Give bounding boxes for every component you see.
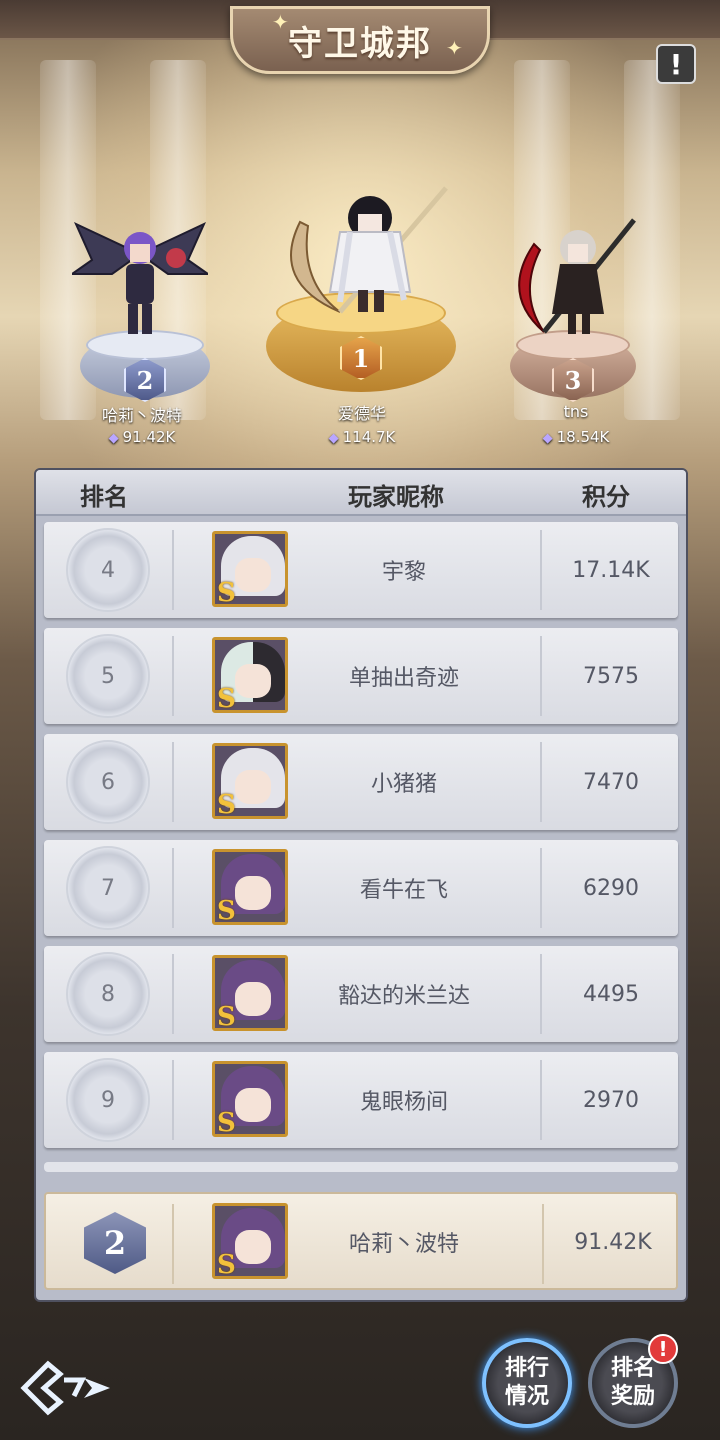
gem-icon: ◆ [542, 431, 553, 446]
character-sprite-second[interactable] [72, 214, 208, 342]
player-avatar[interactable]: S [212, 1061, 288, 1137]
row-player-name: 鬼眼杨间 [359, 1090, 448, 1115]
gem-icon: ◆ [108, 431, 119, 446]
s-rank-icon: S [217, 896, 236, 925]
notification-badge-icon: ! [648, 1334, 678, 1364]
table-row[interactable]: 7 S 看牛在飞 6290 [44, 840, 678, 936]
row-divider [172, 530, 174, 610]
self-rank-medal: 2 [84, 1212, 146, 1274]
character-sprite-third[interactable] [504, 214, 640, 342]
self-rank: 2 [103, 1224, 127, 1262]
row-divider [172, 1060, 174, 1140]
page-title: 守卫城邦 [288, 23, 432, 64]
player-avatar[interactable]: S [212, 1203, 288, 1279]
medal-rank: 3 [564, 365, 582, 395]
row-player-name: 看牛在飞 [359, 878, 448, 903]
s-rank-icon: S [217, 578, 236, 607]
self-ranking-row[interactable]: 2 S 哈莉丶波特 91.42K [44, 1192, 678, 1290]
row-divider [540, 742, 542, 822]
gem-icon: ◆ [328, 431, 339, 446]
row-rank: 6 [101, 769, 115, 795]
ranking-table-header: 排名 玩家昵称 积分 [36, 470, 686, 516]
row-player-name: 宇黎 [381, 560, 426, 585]
row-score: 7575 [583, 663, 639, 689]
medal-rank: 1 [352, 343, 370, 373]
podium-score-value: 18.54K [556, 428, 610, 446]
table-row[interactable]: 6 S 小猪猪 7470 [44, 734, 678, 830]
row-rank: 9 [101, 1087, 115, 1113]
row-divider [540, 636, 542, 716]
ranking-panel: 排名 玩家昵称 积分 4 S 宇黎 17.14K 5 S 单抽出奇迹 7575 … [34, 468, 688, 1302]
podium-score-value: 91.42K [122, 428, 176, 446]
ranking-reward-label-line1: 排名 [610, 1356, 655, 1381]
ranking-status-label: 排行 情况 [505, 1355, 549, 1411]
table-row[interactable]: 9 S 鬼眼杨间 2970 [44, 1052, 678, 1148]
s-rank-icon: S [217, 1108, 236, 1137]
player-avatar[interactable]: S [212, 743, 288, 819]
table-row[interactable]: 4 S 宇黎 17.14K [44, 522, 678, 618]
row-divider [172, 742, 174, 822]
ranking-status-button[interactable]: 排行 情况 [482, 1338, 572, 1428]
row-score: 4495 [583, 981, 639, 1007]
row-divider [172, 636, 174, 716]
row-player-name: 豁达的米兰达 [337, 984, 470, 1009]
game-logo-icon[interactable] [20, 1358, 112, 1418]
podium-score-first: ◆ 114.7K [262, 428, 462, 446]
column-header-score: 积分 [582, 483, 630, 511]
self-score: 91.42K [574, 1229, 652, 1255]
row-player-name: 单抽出奇迹 [348, 666, 459, 691]
game-screen: 守卫城邦 ✦ ✦ ! 2 哈莉丶波特 ◆ 91.42K 1 爱德华 ◆ 114.… [0, 0, 720, 1440]
row-score: 6290 [583, 875, 639, 901]
podium-name-first: 爱德华 [337, 404, 386, 423]
row-divider [172, 848, 174, 928]
ranking-status-label-line1: 排行 [504, 1356, 549, 1381]
row-divider [540, 1060, 542, 1140]
row-divider [172, 1204, 174, 1284]
row-score: 7470 [583, 769, 639, 795]
row-rank: 8 [101, 981, 115, 1007]
podium-score-third: ◆ 18.54K [476, 428, 676, 446]
player-avatar[interactable]: S [212, 849, 288, 925]
podium-score-value: 114.7K [342, 428, 396, 446]
player-avatar[interactable]: S [212, 531, 288, 607]
table-row-partial [44, 1162, 678, 1172]
row-player-name: 小猪猪 [370, 772, 437, 797]
row-rank: 5 [101, 663, 115, 689]
row-score: 17.14K [572, 557, 650, 583]
row-score: 2970 [583, 1087, 639, 1113]
self-player-name: 哈莉丶波特 [348, 1232, 459, 1257]
row-divider [172, 954, 174, 1034]
row-divider [542, 1204, 544, 1284]
table-row[interactable]: 5 S 单抽出奇迹 7575 [44, 628, 678, 724]
ranking-status-label-line2: 情况 [504, 1384, 549, 1409]
character-sprite-first[interactable] [270, 182, 460, 322]
podium-name-second: 哈莉丶波特 [101, 406, 182, 425]
row-divider [540, 954, 542, 1034]
podium-score-second: ◆ 91.42K [42, 428, 242, 446]
exclamation-icon: ! [669, 47, 683, 81]
s-rank-icon: S [217, 1250, 236, 1279]
ranking-reward-label: 排名 奖励 [611, 1355, 655, 1411]
player-avatar[interactable]: S [212, 955, 288, 1031]
row-divider [540, 848, 542, 928]
sparkle-icon: ✦ [446, 36, 463, 60]
table-row[interactable]: 8 S 豁达的米兰达 4495 [44, 946, 678, 1042]
s-rank-icon: S [217, 790, 236, 819]
player-avatar[interactable]: S [212, 637, 288, 713]
ranking-reward-label-line2: 奖励 [610, 1384, 655, 1409]
row-rank: 4 [101, 557, 115, 583]
sparkle-icon: ✦ [272, 10, 289, 34]
podium-name-third: tns [563, 402, 589, 421]
s-rank-icon: S [217, 1002, 236, 1031]
row-rank: 7 [101, 875, 115, 901]
row-divider [540, 530, 542, 610]
info-button[interactable]: ! [656, 44, 696, 84]
s-rank-icon: S [217, 684, 236, 713]
column-header-rank: 排名 [80, 483, 128, 511]
medal-rank: 2 [136, 365, 154, 395]
column-header-nickname: 玩家昵称 [348, 483, 444, 511]
